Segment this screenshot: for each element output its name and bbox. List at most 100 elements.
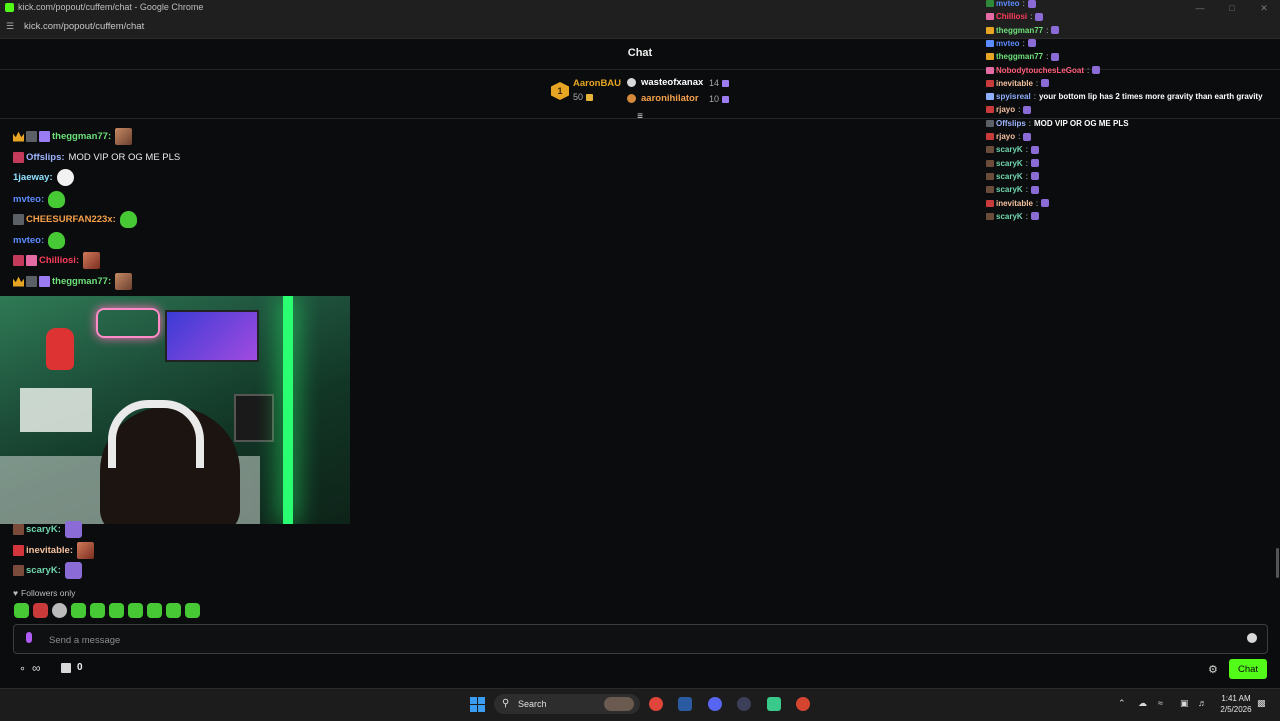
- overlay-username: mvteo: [996, 38, 1020, 48]
- overlay-message-text: your bottom lip has 2 times more gravity…: [1038, 92, 1263, 102]
- chat-username[interactable]: mvteo:: [13, 194, 44, 205]
- leader-1-name[interactable]: AaronBAU: [573, 78, 621, 89]
- microphone-icon[interactable]: [26, 632, 32, 643]
- gear-icon[interactable]: ⚙: [1208, 663, 1218, 676]
- send-chat-button[interactable]: Chat: [1229, 659, 1267, 679]
- leader-3-count: 10: [709, 94, 730, 104]
- steam-icon[interactable]: [678, 697, 692, 711]
- url-text[interactable]: kick.com/popout/cuffem/chat: [24, 21, 144, 32]
- chat-message: Chilliosi:: [13, 251, 101, 269]
- overlay-username: scaryK: [996, 158, 1023, 168]
- badge-icon: [986, 133, 994, 140]
- chat-username[interactable]: theggman77:: [52, 276, 111, 287]
- chat-username[interactable]: Offslips:: [26, 152, 65, 163]
- separator: :: [1025, 211, 1028, 221]
- overlay-chat-line: Chilliosi:: [986, 10, 1044, 23]
- badge-icon: [986, 53, 994, 61]
- overlay-username: rjayo: [996, 132, 1016, 141]
- crown-badge-icon: [13, 276, 24, 287]
- connection-icon[interactable]: ∘: [19, 662, 26, 675]
- emote-icon[interactable]: [128, 603, 143, 618]
- overlay-username: inevitable: [996, 198, 1033, 208]
- scrollbar[interactable]: [1276, 548, 1279, 578]
- emote-icon[interactable]: [14, 603, 29, 618]
- emote-icon[interactable]: [71, 603, 86, 618]
- send-message-input[interactable]: [47, 629, 1231, 651]
- windows-start-icon[interactable]: [470, 697, 485, 712]
- badge-icon: [986, 172, 994, 180]
- overlay-username: scaryK: [996, 171, 1023, 181]
- chat-username[interactable]: 1jaeway:: [13, 172, 53, 183]
- volume-icon[interactable]: ♬: [1198, 698, 1207, 708]
- leader-3-name[interactable]: aaronihilator: [641, 93, 699, 104]
- chat-username[interactable]: inevitable:: [26, 545, 73, 556]
- chat-message: Offslips: MOD VIP OR OG ME PLS: [13, 148, 180, 166]
- chat-username[interactable]: Chilliosi:: [39, 255, 79, 266]
- bau-badge-icon: [26, 275, 37, 287]
- chrome-icon[interactable]: [796, 697, 810, 711]
- infinity-icon[interactable]: ∞: [32, 661, 41, 675]
- overlay-chat-line: scaryK:: [986, 143, 1039, 156]
- app-icon[interactable]: [737, 697, 751, 711]
- emote-icon: [1030, 145, 1039, 154]
- overlay-username: mvteo: [996, 0, 1020, 8]
- search-highlight-image: [604, 697, 634, 711]
- message-input-box: [13, 624, 1268, 654]
- leader-2-name[interactable]: wasteofxanax: [641, 77, 703, 88]
- badge-icon: [986, 212, 994, 220]
- discord-icon[interactable]: [708, 697, 722, 711]
- emote-icon: [1041, 79, 1050, 88]
- chat-username[interactable]: theggman77:: [52, 131, 111, 142]
- headphones-image: [108, 400, 204, 468]
- chat-message: mvteo:: [13, 231, 66, 249]
- monkey-emote-icon: [64, 561, 82, 579]
- chat-username[interactable]: mvteo:: [13, 235, 44, 246]
- rank-3-icon: [627, 94, 636, 103]
- chat-username[interactable]: scaryK:: [26, 524, 61, 535]
- notification-icon[interactable]: ▩: [1257, 698, 1266, 709]
- face-emote-icon: [115, 127, 133, 145]
- clock-date: 2/5/2026: [1220, 705, 1252, 714]
- emote-icon[interactable]: [185, 603, 200, 618]
- display-icon[interactable]: ▣: [1180, 698, 1189, 709]
- emote-icon[interactable]: [33, 603, 48, 618]
- scroll-to-bottom-icon[interactable]: ≡: [634, 112, 646, 122]
- emote-icon: [1030, 159, 1039, 168]
- emote-icon[interactable]: [109, 603, 124, 618]
- emote-icon[interactable]: [52, 603, 67, 618]
- emote-icon[interactable]: [166, 603, 181, 618]
- chat-username[interactable]: scaryK:: [26, 565, 61, 576]
- taskbar-search[interactable]: ⚲ Search: [494, 694, 640, 714]
- emote-icon[interactable]: [147, 603, 162, 618]
- overlay-chat-line: rjayo:: [986, 103, 1032, 116]
- app-icon[interactable]: [767, 697, 781, 711]
- chat-username[interactable]: CHEESURFAN223x:: [26, 214, 116, 225]
- chrome-icon[interactable]: [649, 697, 663, 711]
- network-icon[interactable]: ≈: [1158, 698, 1163, 708]
- overlay-chat-line: scaryK:: [986, 157, 1039, 170]
- separator: :: [1022, 38, 1025, 48]
- badge-icon: [986, 39, 994, 47]
- taskbar-clock[interactable]: 1:41 AM 2/5/2026: [1218, 693, 1254, 715]
- emote-icon[interactable]: [90, 603, 105, 618]
- chat-message: theggman77:: [13, 272, 133, 290]
- badge-icon: [986, 199, 994, 207]
- emote-icon: [1023, 132, 1032, 141]
- store-icon[interactable]: [61, 663, 71, 673]
- cloud-icon[interactable]: ☁: [1138, 698, 1147, 709]
- overlay-chat-line: scaryK:: [986, 183, 1039, 196]
- led-strip-image: [283, 296, 293, 524]
- green-blob-emote-icon: [119, 210, 137, 228]
- tray-chevron-icon[interactable]: ⌃: [1118, 698, 1126, 709]
- separator: :: [1025, 145, 1028, 155]
- overlay-chat-line: rjayo:: [986, 130, 1032, 143]
- leader-1-count: 50: [573, 92, 594, 102]
- separator: :: [1087, 65, 1090, 75]
- site-info-icon[interactable]: ☰: [6, 22, 15, 31]
- wall-tv-image: [165, 310, 259, 362]
- overlay-chat-line: inevitable:: [986, 77, 1050, 90]
- badge-icon: [13, 523, 24, 535]
- gift-icon: [722, 80, 730, 88]
- crown-badge-icon: [13, 131, 24, 142]
- emoji-picker-icon[interactable]: [1247, 633, 1257, 643]
